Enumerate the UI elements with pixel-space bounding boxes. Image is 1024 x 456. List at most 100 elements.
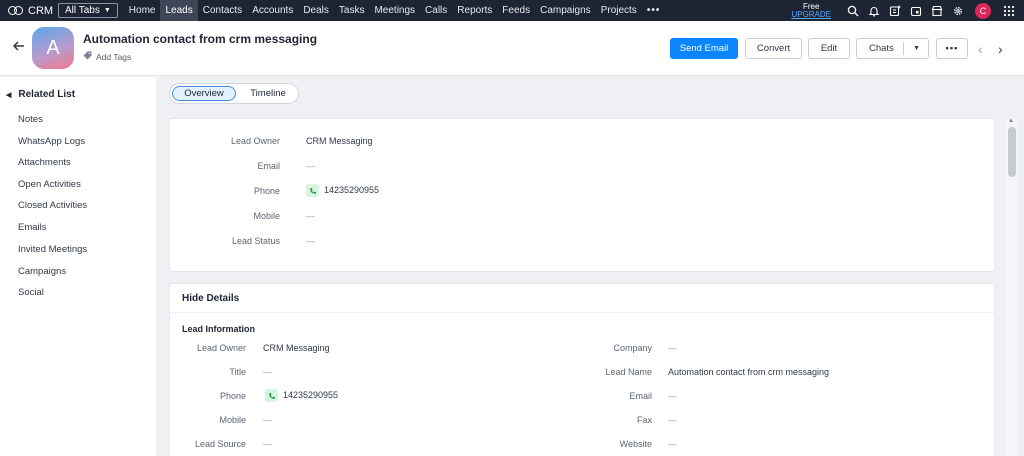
next-record-icon[interactable]: › xyxy=(998,42,1008,56)
more-actions-button[interactable]: ••• xyxy=(936,38,968,59)
company-value[interactable]: — xyxy=(668,343,677,353)
related-list-sidebar: ◀ Related List Notes WhatsApp Logs Attac… xyxy=(0,77,156,456)
nav-tab-campaigns[interactable]: Campaigns xyxy=(535,0,596,21)
phone-label: Phone xyxy=(253,186,280,196)
phone-icon[interactable] xyxy=(306,184,319,197)
nav-tab-feeds[interactable]: Feeds xyxy=(497,0,535,21)
chevron-down-icon[interactable]: ▼ xyxy=(913,45,920,52)
sidebar-item-social[interactable]: Social xyxy=(18,287,44,298)
nav-tab-deals[interactable]: Deals xyxy=(298,0,334,21)
phone-field[interactable]: 14235290955 xyxy=(306,184,379,197)
company-label: Company xyxy=(613,343,652,353)
record-header: A Automation contact from crm messaging … xyxy=(0,21,1024,76)
fax-label: Fax xyxy=(636,415,652,425)
chats-label: Chats xyxy=(869,43,894,54)
previous-record-icon[interactable]: ‹ xyxy=(978,42,988,56)
add-tags-label: Add Tags xyxy=(96,51,132,62)
lead-owner-label: Lead Owner xyxy=(230,136,280,146)
title-value[interactable]: — xyxy=(263,367,272,377)
search-icon[interactable] xyxy=(844,0,862,21)
sidebar-item-closed-activities[interactable]: Closed Activities xyxy=(18,200,87,211)
lead-name-label: Lead Name xyxy=(605,367,652,377)
nav-more-tabs-button[interactable]: ••• xyxy=(642,0,666,21)
quick-create-icon[interactable] xyxy=(886,0,904,21)
lead-owner-value[interactable]: CRM Messaging xyxy=(263,343,330,353)
gear-icon[interactable] xyxy=(949,0,967,21)
website-value[interactable]: — xyxy=(668,439,677,449)
apps-grid-icon[interactable] xyxy=(1000,0,1018,21)
sidebar-item-invited-meetings[interactable]: Invited Meetings xyxy=(18,244,87,255)
mobile-value[interactable]: — xyxy=(263,415,272,425)
section-title: Lead Information xyxy=(182,324,256,334)
add-tags-link[interactable]: Add Tags xyxy=(83,51,131,62)
website-label: Website xyxy=(619,439,652,449)
record-title: Automation contact from crm messaging xyxy=(83,32,318,46)
tab-timeline[interactable]: Timeline xyxy=(240,86,296,101)
edit-button[interactable]: Edit xyxy=(808,38,850,59)
nav-tab-contacts[interactable]: Contacts xyxy=(198,0,247,21)
nav-tab-calls[interactable]: Calls xyxy=(420,0,452,21)
fax-value[interactable]: — xyxy=(668,415,677,425)
all-tabs-dropdown[interactable]: All Tabs ▼ xyxy=(58,3,118,18)
nav-tab-reports[interactable]: Reports xyxy=(452,0,497,21)
send-email-button[interactable]: Send Email xyxy=(670,38,738,59)
email-label: Email xyxy=(629,391,652,401)
mobile-label: Mobile xyxy=(253,211,280,221)
sidebar-item-open-activities[interactable]: Open Activities xyxy=(18,179,81,190)
related-list-header[interactable]: ◀ Related List xyxy=(6,89,75,100)
email-label: Email xyxy=(257,161,280,171)
calendar-icon[interactable] xyxy=(907,0,925,21)
scroll-up-icon[interactable]: ▲ xyxy=(1008,118,1014,124)
lead-owner-value[interactable]: CRM Messaging xyxy=(306,136,373,146)
nav-right-tools: Free UPGRADE C xyxy=(791,0,1024,21)
sidebar-item-notes[interactable]: Notes xyxy=(18,114,43,125)
sidebar-item-emails[interactable]: Emails xyxy=(18,222,47,233)
collapse-arrow-icon[interactable]: ◀ xyxy=(6,91,11,99)
email-value[interactable]: — xyxy=(306,161,315,171)
phone-value: 14235290955 xyxy=(324,184,380,195)
mobile-value[interactable]: — xyxy=(306,211,315,221)
nav-tab-accounts[interactable]: Accounts xyxy=(247,0,298,21)
chats-button[interactable]: Chats ▼ xyxy=(856,38,929,59)
button-divider xyxy=(903,42,904,55)
top-nav: CRM All Tabs ▼ Home Leads Contacts Accou… xyxy=(0,0,1024,21)
phone-icon[interactable] xyxy=(265,389,278,402)
brand-label: CRM xyxy=(28,4,54,17)
tag-icon xyxy=(83,51,92,62)
lead-source-label: Lead Source xyxy=(194,439,246,449)
nav-tab-tasks[interactable]: Tasks xyxy=(334,0,370,21)
mobile-label: Mobile xyxy=(219,415,246,425)
crm-logo-icon xyxy=(8,6,24,15)
upgrade-label: UPGRADE xyxy=(791,9,831,19)
bell-icon[interactable] xyxy=(865,0,883,21)
lead-name-value[interactable]: Automation contact from crm messaging xyxy=(668,367,829,377)
nav-tab-home[interactable]: Home xyxy=(124,0,161,21)
nav-tab-leads[interactable]: Leads xyxy=(160,0,198,21)
upgrade-link[interactable]: Free UPGRADE xyxy=(791,2,831,19)
scrollbar-thumb[interactable] xyxy=(1008,127,1016,177)
crm-logo[interactable]: CRM xyxy=(0,5,58,17)
convert-button[interactable]: Convert xyxy=(745,38,802,59)
divider xyxy=(170,312,994,313)
nav-tab-meetings[interactable]: Meetings xyxy=(369,0,420,21)
caret-down-icon: ▼ xyxy=(103,7,111,14)
sidebar-item-campaigns[interactable]: Campaigns xyxy=(18,266,66,277)
lead-owner-label: Lead Owner xyxy=(196,343,246,353)
nav-tab-projects[interactable]: Projects xyxy=(596,0,642,21)
phone-field[interactable]: 14235290955 xyxy=(265,389,338,402)
lead-source-value[interactable]: — xyxy=(263,439,272,449)
lead-status-label: Lead Status xyxy=(231,236,280,246)
overview-card: Lead Owner CRM Messaging Email — Phone 1… xyxy=(169,118,995,272)
view-toggle: Overview Timeline xyxy=(169,83,299,104)
sidebar-item-whatsapp-logs[interactable]: WhatsApp Logs xyxy=(18,136,85,147)
lead-status-value[interactable]: — xyxy=(306,236,315,246)
tab-overview[interactable]: Overview xyxy=(172,86,236,101)
hide-details-toggle[interactable]: Hide Details xyxy=(182,293,239,304)
sidebar-item-attachments[interactable]: Attachments xyxy=(18,157,71,168)
user-avatar[interactable]: C xyxy=(975,2,991,19)
email-value[interactable]: — xyxy=(668,391,677,401)
back-arrow-icon[interactable] xyxy=(12,39,26,53)
marketplace-icon[interactable] xyxy=(928,0,946,21)
title-label: Title xyxy=(229,367,246,377)
all-tabs-label: All Tabs xyxy=(65,5,100,16)
